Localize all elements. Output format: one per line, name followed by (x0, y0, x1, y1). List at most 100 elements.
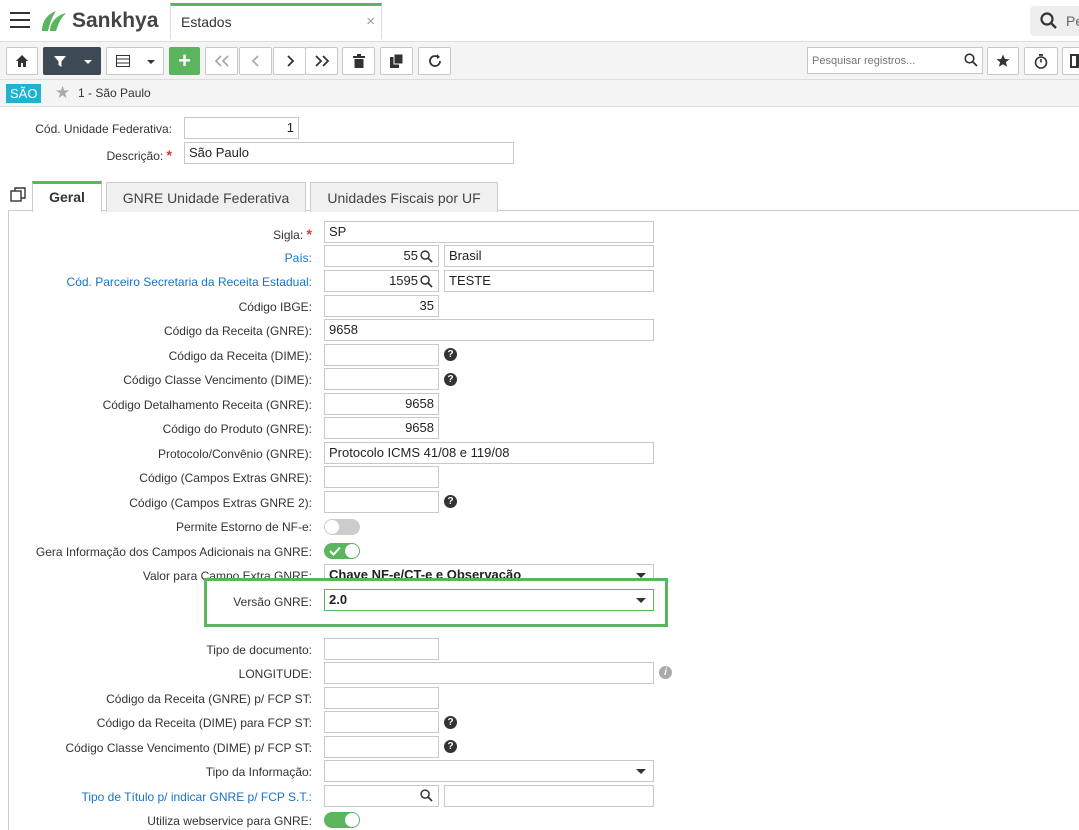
fcp-classe-label: Código Classe Vencimento (DIME) p/ FCP S… (65, 741, 312, 755)
required-marker: * (166, 147, 172, 163)
classe-venc-field[interactable] (324, 368, 439, 390)
filter-icon (54, 56, 66, 67)
tipo-documento-field[interactable] (324, 638, 439, 660)
window-tab-label: Estados (181, 14, 232, 30)
produto-label: Código do Produto (GNRE): (162, 422, 312, 436)
longitude-label: LONGITUDE: (238, 667, 312, 681)
sankhya-leaf-icon (42, 11, 66, 31)
tipo-titulo-label[interactable]: Tipo de Título p/ indicar GNRE p/ FCP S.… (10, 790, 312, 804)
fcp-dime-label: Código da Receita (DIME) para FCP ST: (96, 716, 312, 730)
record-title: 1 - São Paulo (78, 86, 151, 100)
record-search-input[interactable] (808, 48, 958, 73)
cod-uf-label: Cód. Unidade Federativa: (35, 122, 172, 136)
chevron-left-icon (251, 55, 259, 67)
last-record-button[interactable] (305, 47, 338, 75)
favorite-star-icon[interactable]: ★ (55, 83, 70, 103)
receita-dime-field[interactable] (324, 344, 439, 366)
star-icon (996, 54, 1010, 67)
search-icon[interactable] (420, 250, 433, 263)
help-icon[interactable]: ? (444, 348, 457, 361)
favorite-button[interactable] (987, 47, 1019, 75)
search-icon[interactable] (964, 53, 978, 67)
campos-extras-field[interactable] (324, 466, 439, 488)
grid-view-button[interactable] (106, 47, 164, 75)
plus-icon: + (178, 48, 191, 73)
parceiro-name-field: TESTE (444, 270, 654, 292)
gera-info-label: Gera Informação dos Campos Adicionais na… (35, 545, 312, 559)
copy-tab-icon[interactable] (10, 187, 26, 203)
search-icon[interactable] (420, 275, 433, 288)
gera-info-toggle[interactable] (324, 543, 360, 559)
protocolo-field[interactable]: Protocolo ICMS 41/08 e 119/08 (324, 442, 654, 464)
home-icon (16, 55, 28, 67)
window-tab-estados[interactable]: Estados × (170, 3, 382, 39)
parceiro-label[interactable]: Cód. Parceiro Secretaria da Receita Esta… (10, 275, 312, 289)
versao-gnre-select[interactable]: 2.0 (324, 589, 654, 611)
filter-button[interactable] (43, 47, 101, 75)
info-icon[interactable]: i (659, 666, 672, 679)
trash-icon (352, 54, 365, 68)
menu-icon[interactable] (10, 12, 30, 28)
tab-unidades-fiscais[interactable]: Unidades Fiscais por UF (310, 182, 498, 212)
detalhamento-label: Código Detalhamento Receita (GNRE): (102, 398, 312, 412)
help-icon[interactable]: ? (444, 740, 457, 753)
grid-icon (116, 55, 130, 67)
top-bar: Sankhya Estados × Pe (0, 0, 1079, 42)
cod-uf-field[interactable]: 1 (184, 117, 299, 139)
receita-gnre-field[interactable]: 9658 (324, 319, 654, 341)
double-chevron-left-icon (214, 55, 229, 67)
chevron-down-icon (636, 598, 646, 603)
chevron-down-icon (636, 769, 646, 774)
receita-gnre-label: Código da Receita (GNRE): (163, 324, 312, 338)
check-icon (329, 546, 341, 556)
receita-dime-label: Código da Receita (DIME): (168, 349, 312, 363)
help-icon[interactable]: ? (444, 373, 457, 386)
double-chevron-right-icon (314, 55, 329, 67)
estorno-toggle[interactable] (324, 519, 360, 535)
versao-gnre-label: Versão GNRE: (233, 595, 312, 609)
classe-venc-label: Código Classe Vencimento (DIME): (123, 373, 312, 387)
refresh-button[interactable] (418, 47, 451, 75)
brand-logo: Sankhya (40, 8, 158, 34)
pais-label[interactable]: País: (10, 251, 312, 265)
longitude-field[interactable] (324, 662, 654, 684)
next-record-button[interactable] (273, 47, 306, 75)
delete-button[interactable] (342, 47, 375, 75)
required-marker: * (306, 226, 312, 242)
record-breadcrumb: SÃO ★ 1 - São Paulo (0, 80, 1079, 107)
tab-gnre-uf[interactable]: GNRE Unidade Federativa (106, 182, 306, 212)
campos-extras2-label: Código (Campos Extras GNRE 2): (129, 496, 312, 510)
brand-name: Sankhya (72, 9, 159, 32)
produto-field[interactable]: 9658 (324, 417, 439, 439)
duplicate-button[interactable] (380, 47, 413, 75)
search-icon[interactable] (420, 789, 433, 802)
webservice-toggle[interactable] (324, 812, 360, 828)
timer-button[interactable] (1024, 47, 1058, 75)
tipo-info-select[interactable] (324, 760, 654, 782)
campos-extras-label: Código (Campos Extras GNRE): (139, 471, 312, 485)
campos-extras2-field[interactable] (324, 491, 439, 513)
chevron-down-icon (84, 60, 92, 64)
global-search[interactable]: Pe (1030, 6, 1079, 36)
stopwatch-icon (1034, 53, 1048, 69)
chevron-down-icon (147, 60, 155, 64)
record-search-box[interactable] (807, 47, 983, 74)
help-icon[interactable]: ? (444, 495, 457, 508)
fcp-gnre-field[interactable] (324, 687, 439, 709)
tipo-documento-label: Tipo de documento: (206, 643, 312, 657)
descricao-field[interactable]: São Paulo (184, 142, 514, 164)
fcp-dime-field[interactable] (324, 711, 439, 733)
state-badge: SÃO (6, 84, 42, 103)
first-record-button[interactable] (205, 47, 238, 75)
add-button[interactable]: + (169, 47, 200, 75)
sigla-field[interactable]: SP (324, 221, 654, 243)
fcp-classe-field[interactable] (324, 736, 439, 758)
close-icon[interactable]: × (366, 13, 375, 30)
side-panel-button[interactable] (1062, 47, 1079, 75)
tab-geral[interactable]: Geral (32, 181, 102, 212)
detalhamento-field[interactable]: 9658 (324, 393, 439, 415)
help-icon[interactable]: ? (444, 716, 457, 729)
home-button[interactable] (6, 47, 38, 75)
previous-record-button[interactable] (239, 47, 272, 75)
ibge-field[interactable]: 35 (324, 295, 439, 317)
